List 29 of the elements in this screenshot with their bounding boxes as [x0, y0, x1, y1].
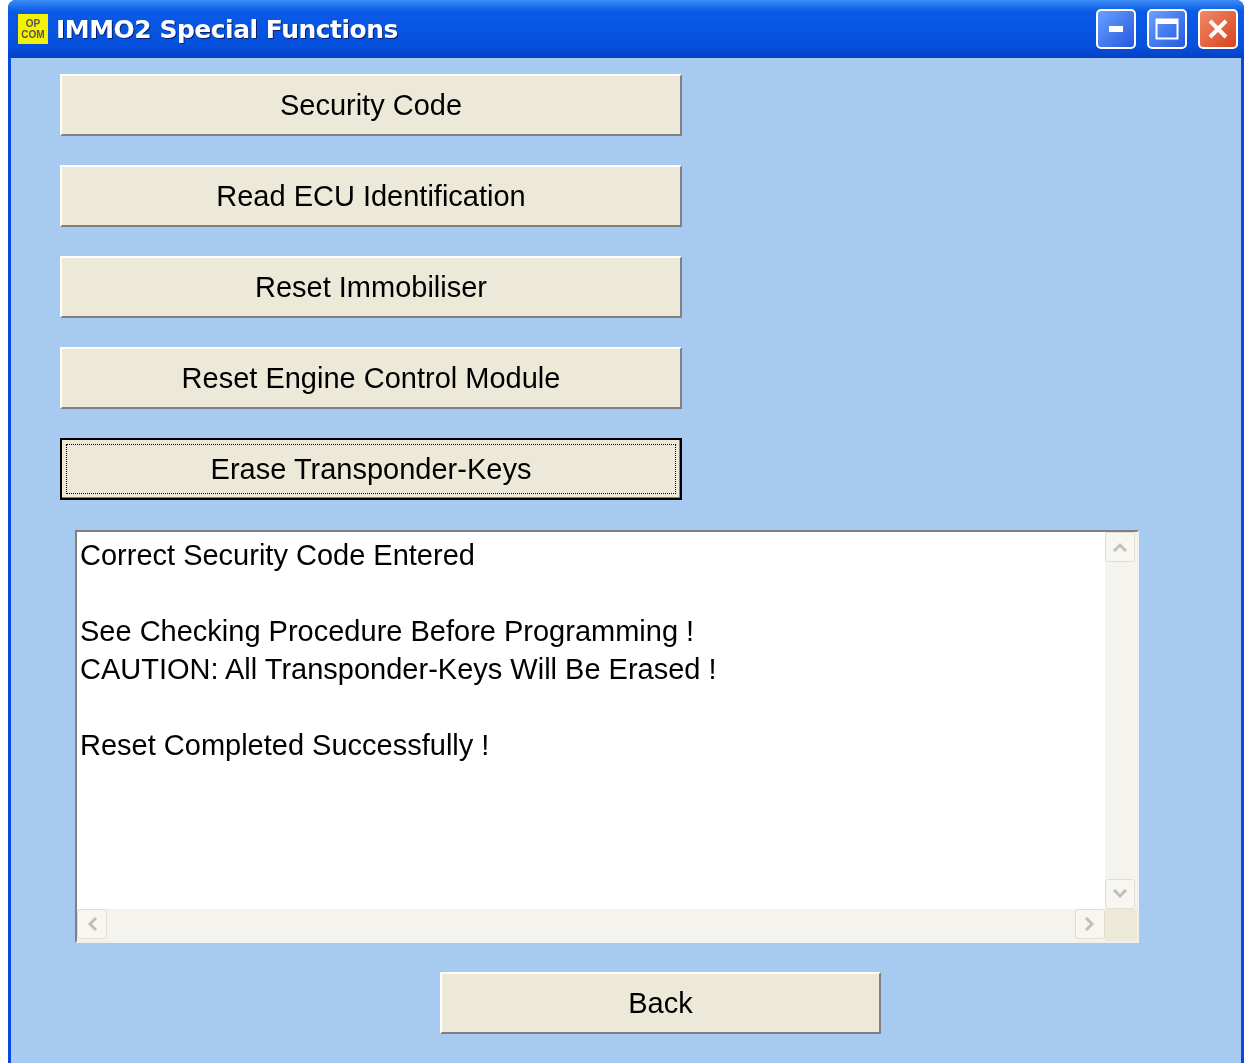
- maximize-button[interactable]: [1147, 9, 1187, 49]
- close-icon: [1207, 18, 1229, 40]
- app-logo: OP COM: [18, 14, 48, 44]
- close-button[interactable]: [1198, 9, 1238, 49]
- function-button[interactable]: Erase Transponder-Keys: [60, 438, 682, 500]
- chevron-right-icon: [1085, 917, 1095, 931]
- scroll-right-button[interactable]: [1075, 909, 1105, 939]
- chevron-up-icon: [1113, 542, 1127, 552]
- log-line: Correct Security Code Entered: [80, 538, 476, 573]
- function-button[interactable]: Reset Engine Control Module: [60, 347, 682, 409]
- horizontal-scrollbar[interactable]: [77, 909, 1105, 941]
- vertical-scrollbar[interactable]: [1105, 532, 1137, 909]
- chevron-down-icon: [1113, 889, 1127, 899]
- function-button[interactable]: Read ECU Identification: [60, 165, 682, 227]
- function-button[interactable]: Reset Immobiliser: [60, 256, 682, 318]
- maximize-icon: [1155, 18, 1179, 40]
- chevron-left-icon: [87, 917, 97, 931]
- scroll-left-button[interactable]: [77, 909, 107, 939]
- log-line: See Checking Procedure Before Programming !: [80, 614, 696, 649]
- scroll-down-button[interactable]: [1105, 879, 1135, 909]
- function-button[interactable]: Security Code: [60, 74, 682, 136]
- minimize-button[interactable]: [1096, 9, 1136, 49]
- minimize-icon: [1109, 26, 1123, 32]
- back-button[interactable]: Back: [440, 972, 881, 1034]
- scrollbar-corner: [1105, 909, 1137, 941]
- window-title: IMMO2 Special Functions: [56, 14, 399, 44]
- scroll-up-button[interactable]: [1105, 532, 1135, 562]
- log-line: CAUTION: All Transponder-Keys Will Be Erased !: [80, 652, 718, 687]
- log-line: Reset Completed Successfully !: [80, 728, 491, 763]
